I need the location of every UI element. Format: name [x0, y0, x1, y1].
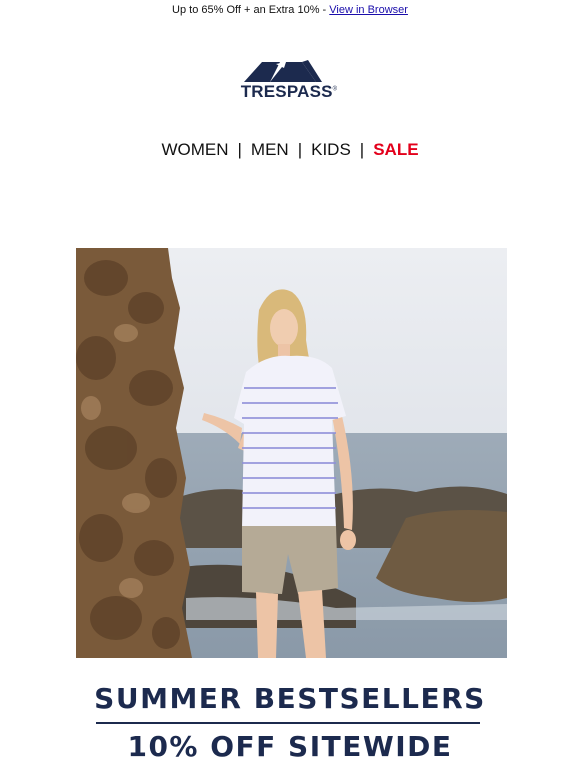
hero-image[interactable]	[76, 248, 507, 658]
headline-sitewide-offer: 10% OFF SITEWIDE	[127, 730, 453, 763]
view-in-browser-link[interactable]: View in Browser	[329, 4, 408, 16]
nav-separator: |	[359, 140, 365, 159]
nav-separator: |	[237, 140, 242, 159]
logo-wordmark: TRESPASS	[240, 82, 333, 101]
hero-photo-woman-on-rocky-coast	[76, 248, 507, 658]
trespass-wave-logo-icon	[244, 60, 322, 82]
headline-summer-bestsellers: SUMMER BESTSELLERS	[94, 682, 486, 715]
preheader: Up to 65% Off + an Extra 10% - View in B…	[0, 4, 580, 16]
nav-item-men[interactable]: MEN	[251, 140, 289, 160]
headline-divider	[96, 722, 480, 724]
nav-item-kids[interactable]: KIDS	[311, 140, 351, 160]
nav-item-sale[interactable]: SALE	[373, 140, 418, 160]
main-nav: WOMEN | MEN | KIDS | SALE	[0, 140, 580, 160]
preheader-text: Up to 65% Off + an Extra 10% -	[172, 4, 330, 16]
nav-item-women[interactable]: WOMEN	[161, 140, 228, 160]
nav-separator: |	[297, 140, 303, 159]
trespass-logo[interactable]: TRESPASS®	[236, 58, 342, 104]
registered-mark: ®	[332, 86, 338, 93]
